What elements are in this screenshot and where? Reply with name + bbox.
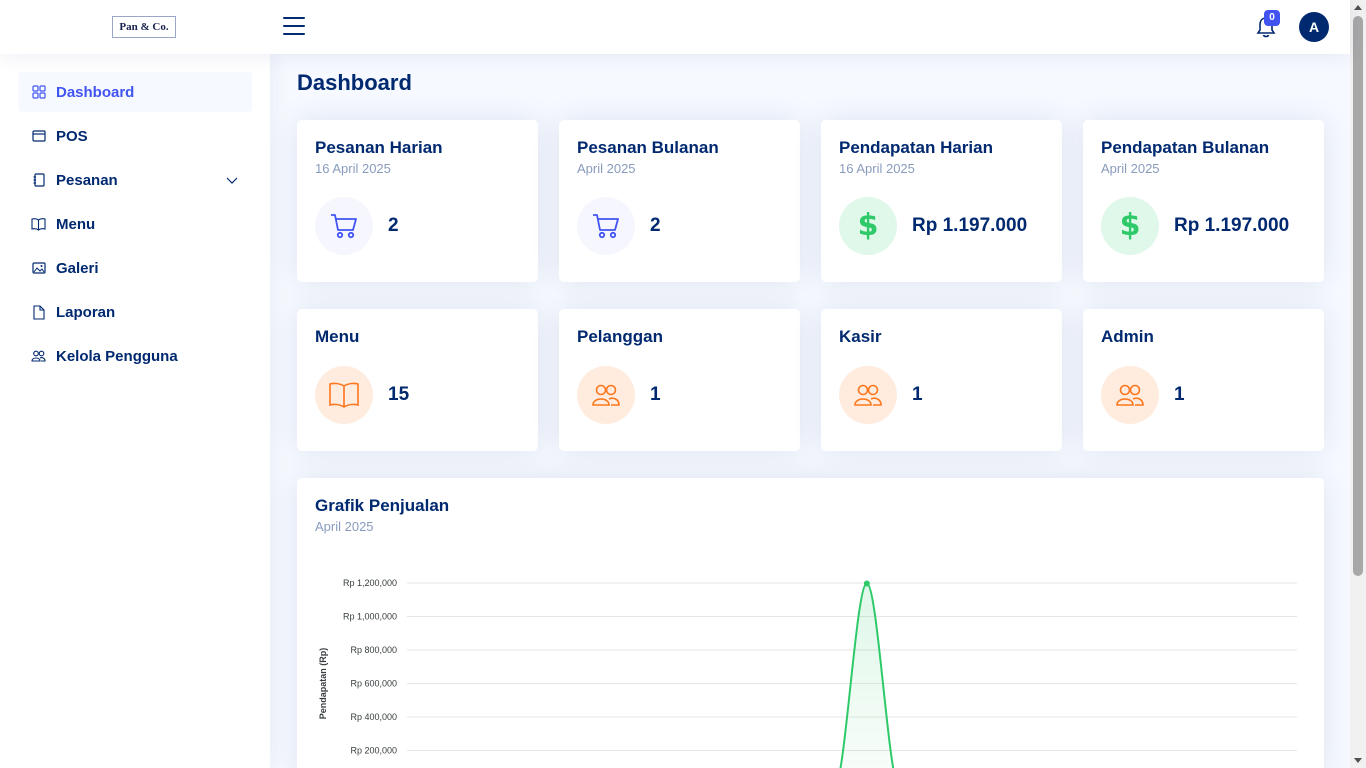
card-title: Pelanggan [577,327,663,346]
scroll-down-arrow-icon[interactable] [1354,758,1362,763]
y-tick-label: Rp 800,000 [350,645,397,655]
card-value: 1 [650,384,661,405]
card-subtitle: 16 April 2025 [315,161,391,176]
file-icon [31,304,46,320]
y-tick-label: Rp 600,000 [350,679,397,689]
stat-card-pendapatan-bulanan: Pendapatan Bulanan April 2025 $ Rp 1.197… [1083,120,1324,282]
card-title: Pendapatan Harian [839,138,993,157]
people-icon [839,366,897,424]
sidebar-toggle-icon[interactable] [283,17,305,37]
sidebar-item-pos[interactable]: POS [18,116,252,156]
book-icon [315,366,373,424]
dollar-icon: $ [1101,197,1159,255]
card-value: 2 [388,215,399,236]
top-header: Pan & Co. 0 A [0,0,1350,54]
sales-chart: Rp 1,200,000 Rp 1,000,000 Rp 800,000 Rp 600… [318,578,1297,768]
card-value: 2 [650,215,661,236]
stat-card-admin: Admin 1 [1083,309,1324,451]
page-title: Dashboard [297,70,412,95]
sidebar-item-laporan[interactable]: Laporan [18,292,252,332]
people-icon [31,349,46,364]
brand-logo[interactable]: Pan & Co. [112,16,176,38]
sidebar-item-label: Galeri [56,259,99,277]
cart-icon [577,197,635,255]
stat-card-kasir: Kasir 1 [821,309,1062,451]
stat-card-pelanggan: Pelanggan 1 [559,309,800,451]
card-title: Menu [315,327,360,346]
card-value: 1 [912,384,923,405]
logo-text: Pan & Co. [119,20,169,33]
card-title: Pesanan Bulanan [577,138,719,157]
stat-card-pesanan-bulanan: Pesanan Bulanan April 2025 2 [559,120,800,282]
card-title: Pesanan Harian [315,138,443,157]
chart-data-point [863,580,870,587]
card-value: Rp 1.197.000 [1174,215,1290,236]
sales-chart-card: Grafik Penjualan April 2025 Rp 1,200,000… [297,478,1324,768]
stat-card-menu: Menu 15 [297,309,538,451]
card-subtitle: April 2025 [1101,161,1160,176]
page-scrollbar[interactable] [1350,0,1366,768]
card-subtitle: April 2025 [577,161,636,176]
y-tick-label: Rp 1,000,000 [343,612,397,622]
sidebar-item-galeri[interactable]: Galeri [18,248,252,288]
grid-icon [31,85,46,100]
stat-card-pesanan-harian: Pesanan Harian 16 April 2025 2 [297,120,538,282]
dollar-icon: $ [839,197,897,255]
card-title: Pendapatan Bulanan [1101,138,1270,157]
window-icon [31,129,46,144]
card-title: Admin [1101,327,1154,346]
card-value: Rp 1.197.000 [912,215,1028,236]
card-title: Kasir [839,327,882,346]
user-avatar[interactable]: A [1299,12,1329,42]
card-subtitle: 16 April 2025 [839,161,915,176]
sidebar-item-label: Laporan [56,303,116,321]
images-icon [31,261,46,276]
notification-badge: 0 [1264,10,1280,26]
chevron-down-icon[interactable] [226,174,238,186]
cart-icon [315,197,373,255]
y-tick-label: Rp 400,000 [350,712,397,722]
scroll-thumb[interactable] [1353,16,1363,576]
stat-card-pendapatan-harian: Pendapatan Harian 16 April 2025 $ Rp 1.1… [821,120,1062,282]
sidebar-item-label: Kelola Pengguna [56,347,178,365]
sidebar-item-dashboard[interactable]: Dashboard [18,72,252,112]
sidebar: Dashboard POS Pesanan Menu Galeri Lapora… [0,54,270,768]
sidebar-item-label: Pesanan [56,171,118,189]
card-value: 1 [1174,384,1185,405]
scroll-up-arrow-icon[interactable] [1354,5,1362,10]
sidebar-item-label: Dashboard [56,83,135,101]
people-icon [1101,366,1159,424]
sidebar-item-pesanan[interactable]: Pesanan [18,160,252,200]
y-tick-label: Rp 200,000 [350,746,397,756]
card-value: 15 [388,384,410,405]
journal-icon [31,173,46,188]
book-icon [31,217,46,232]
y-tick-label: Rp 1,200,000 [343,578,397,588]
sidebar-item-label: POS [56,127,88,145]
sidebar-item-kelola-pengguna[interactable]: Kelola Pengguna [18,336,252,376]
sidebar-item-menu[interactable]: Menu [18,204,252,244]
sidebar-item-label: Menu [56,215,96,233]
people-icon [577,366,635,424]
y-axis-title: Pendapatan (Rp) [318,648,328,720]
